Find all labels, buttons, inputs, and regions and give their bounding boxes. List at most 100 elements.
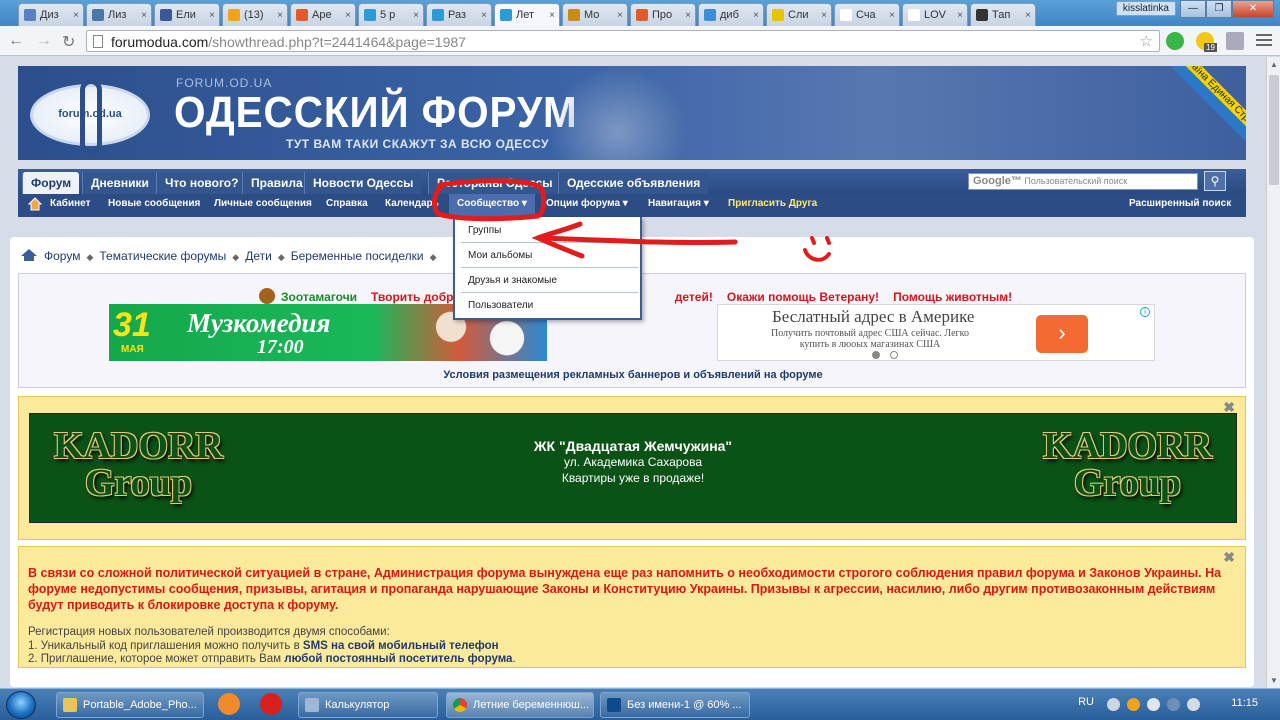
- browser-tab[interactable]: Мо ×: [562, 3, 628, 26]
- subnav-calendar[interactable]: Календарь: [385, 198, 439, 209]
- tab-close-icon[interactable]: ×: [957, 10, 963, 21]
- google-search-input[interactable]: Google™ Пользовательский поиск: [968, 173, 1198, 190]
- tab-close-icon[interactable]: ×: [549, 10, 555, 21]
- home-icon[interactable]: [28, 197, 42, 211]
- kadorr-banner[interactable]: KADORR Group KADORR Group ЖК "Двадцатая Же…: [29, 413, 1237, 523]
- sms-link[interactable]: SMS на свой мобильный телефон: [303, 640, 499, 652]
- close-icon[interactable]: ✖: [1223, 549, 1235, 566]
- browser-tab[interactable]: Диз ×: [18, 3, 84, 26]
- volume-icon[interactable]: [1187, 698, 1200, 711]
- browser-user-chip[interactable]: kisslatinka: [1115, 1, 1176, 16]
- url-text[interactable]: forumodua.com/showthread.php?t=2441464&p…: [111, 34, 466, 50]
- tab-close-icon[interactable]: ×: [889, 10, 895, 21]
- network-icon[interactable]: [1167, 698, 1180, 711]
- tab-close-icon[interactable]: ×: [753, 10, 759, 21]
- browser-tab[interactable]: Сча ×: [834, 3, 900, 26]
- browser-tab[interactable]: (13) ×: [222, 3, 288, 26]
- subnav-help[interactable]: Справка: [326, 198, 368, 209]
- breadcrumb-kids[interactable]: Дети: [245, 249, 272, 263]
- bookmark-star-icon[interactable]: ☆: [1140, 32, 1153, 50]
- subnav-community[interactable]: Сообщество ▾: [449, 194, 535, 217]
- taskbar-item-photoshop[interactable]: Без имени-1 @ 60% ...: [600, 692, 750, 718]
- tab-close-icon[interactable]: ×: [617, 10, 623, 21]
- nav-restaurants[interactable]: Рестораны Одессы: [428, 172, 561, 194]
- browser-tab[interactable]: Тап ×: [970, 3, 1036, 26]
- tray-app-icon[interactable]: [1127, 698, 1140, 711]
- language-indicator[interactable]: RU: [1078, 696, 1094, 708]
- tab-close-icon[interactable]: ×: [277, 10, 283, 21]
- minimize-button[interactable]: —: [1180, 0, 1206, 18]
- breadcrumb-thematic[interactable]: Тематические форумы: [99, 249, 226, 263]
- google-ad[interactable]: Беслатный адрес в Америке Получить почто…: [717, 304, 1155, 361]
- tab-close-icon[interactable]: ×: [73, 10, 79, 21]
- maximize-button[interactable]: ❐: [1206, 0, 1232, 18]
- taskbar-pinned-app-icon[interactable]: [218, 693, 240, 715]
- tab-close-icon[interactable]: ×: [1025, 10, 1031, 21]
- carousel-dot-active[interactable]: [872, 351, 880, 359]
- subnav-navigation[interactable]: Навигация ▾: [648, 198, 709, 209]
- dropdown-groups[interactable]: Группы: [461, 219, 638, 243]
- tab-close-icon[interactable]: ×: [413, 10, 419, 21]
- close-window-button[interactable]: ✕: [1232, 0, 1274, 18]
- chrome-menu-icon[interactable]: [1256, 34, 1272, 48]
- start-button[interactable]: [6, 691, 36, 719]
- dropdown-friends[interactable]: Друзья и знакомые: [461, 269, 638, 293]
- browser-tab[interactable]: Лет ×: [494, 3, 560, 26]
- breadcrumb-forum[interactable]: Форум: [44, 249, 80, 263]
- charity-link-good[interactable]: Творить добро: [371, 290, 461, 304]
- subnav-private-messages[interactable]: Личные сообщения: [214, 198, 312, 209]
- nav-classifieds[interactable]: Одесские объявления: [558, 172, 709, 194]
- browser-tab[interactable]: LOV ×: [902, 3, 968, 26]
- subnav-cabinet[interactable]: Кабинет: [50, 198, 90, 209]
- search-button[interactable]: ⚲: [1204, 171, 1226, 191]
- browser-tab[interactable]: диб ×: [698, 3, 764, 26]
- breadcrumb-home-icon[interactable]: [20, 248, 38, 262]
- browser-tab[interactable]: Аре ×: [290, 3, 356, 26]
- adchoices-info-icon[interactable]: i: [1140, 307, 1150, 317]
- flag-icon[interactable]: [1147, 698, 1160, 711]
- browser-tab[interactable]: Раз ×: [426, 3, 492, 26]
- extension-green-icon[interactable]: [1166, 32, 1184, 50]
- site-banner[interactable]: forum.od.ua FORUM.OD.UA ОДЕССКИЙ ФОРУМ Т…: [18, 66, 1246, 160]
- browser-tab[interactable]: Сли ×: [766, 3, 832, 26]
- forward-arrow-icon[interactable]: →: [36, 32, 52, 50]
- scroll-up-icon[interactable]: ▲: [1270, 60, 1278, 69]
- carousel-dot[interactable]: [890, 351, 898, 359]
- subnav-forum-options[interactable]: Опции форума ▾: [546, 198, 628, 209]
- zoo-link[interactable]: Зоотамагочи: [281, 290, 357, 304]
- breadcrumb-pregnant[interactable]: Беременные посиделки: [291, 249, 424, 263]
- address-bar[interactable]: forumodua.com/showthread.php?t=2441464&p…: [86, 30, 1160, 52]
- tab-close-icon[interactable]: ×: [481, 10, 487, 21]
- google-ad-arrow-button[interactable]: ›: [1036, 315, 1088, 353]
- tab-close-icon[interactable]: ×: [209, 10, 215, 21]
- tab-close-icon[interactable]: ×: [821, 10, 827, 21]
- browser-tab[interactable]: Про ×: [630, 3, 696, 26]
- taskbar-item-chrome[interactable]: Летние беременнюш...: [446, 692, 594, 718]
- nav-odessa-news[interactable]: Новости Одессы: [304, 172, 422, 194]
- charity-link-veteran[interactable]: Окажи помощь Ветерану!: [727, 290, 879, 304]
- taskbar-item-photoshop-folder[interactable]: Portable_Adobe_Pho...: [56, 692, 204, 718]
- subnav-new-posts[interactable]: Новые сообщения: [108, 198, 200, 209]
- subnav-invite-friend[interactable]: Пригласить Друга: [728, 198, 817, 209]
- opera-icon[interactable]: [260, 693, 282, 715]
- dropdown-my-albums[interactable]: Мои альбомы: [461, 244, 638, 268]
- scroll-thumb[interactable]: [1269, 75, 1279, 185]
- taskbar-item-calculator[interactable]: Калькулятор: [298, 692, 438, 718]
- reload-icon[interactable]: ↻: [62, 32, 75, 52]
- browser-tab[interactable]: Лиз ×: [86, 3, 152, 26]
- charity-link-animals[interactable]: Помощь животным!: [893, 290, 1012, 304]
- dropdown-members[interactable]: Пользователи: [461, 294, 638, 318]
- scroll-down-icon[interactable]: ▼: [1270, 676, 1278, 685]
- browser-tab[interactable]: 5 р ×: [358, 3, 424, 26]
- nav-whats-new[interactable]: Что нового?: [156, 172, 247, 194]
- charity-link-kids[interactable]: детей!: [675, 290, 713, 304]
- nav-rules[interactable]: Правила: [242, 172, 311, 194]
- clock[interactable]: 11:15: [1231, 697, 1258, 709]
- nav-forum[interactable]: Форум: [22, 172, 80, 194]
- ad-rules-link[interactable]: Условия размещения рекламных баннеров и …: [19, 369, 1247, 381]
- tab-close-icon[interactable]: ×: [345, 10, 351, 21]
- page-scrollbar[interactable]: ▲ ▼: [1266, 57, 1280, 688]
- browser-tab[interactable]: Ели ×: [154, 3, 220, 26]
- nav-blogs[interactable]: Дневники: [82, 172, 157, 194]
- tray-expand-icon[interactable]: [1107, 698, 1120, 711]
